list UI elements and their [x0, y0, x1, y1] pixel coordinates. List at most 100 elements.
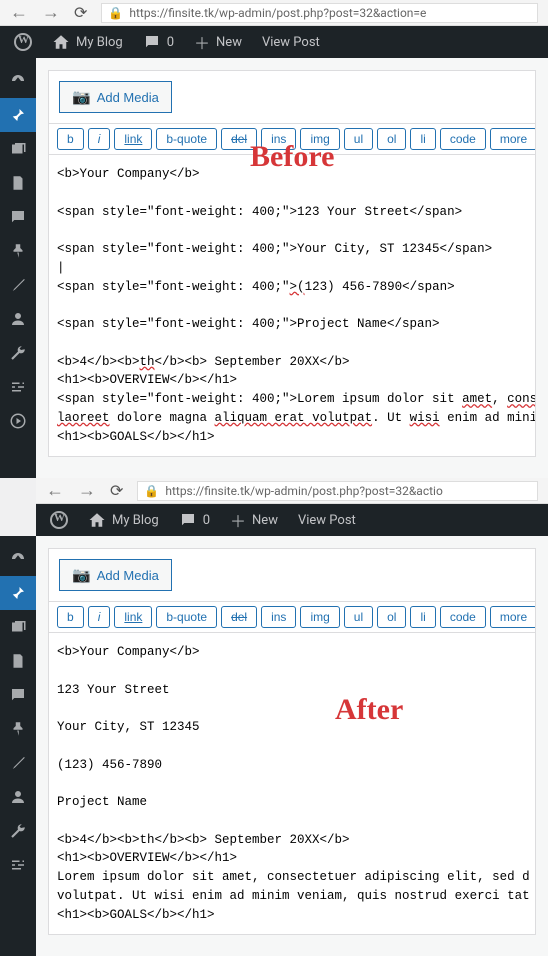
- user-icon: [9, 788, 27, 806]
- after-label: After: [335, 693, 403, 727]
- media-icon: [9, 618, 27, 636]
- wp-logo[interactable]: [44, 511, 74, 529]
- url-bar[interactable]: 🔒 https://finsite.tk/wp-admin/post.php?p…: [101, 3, 538, 23]
- url-text: https://finsite.tk/wp-admin/post.php?pos…: [165, 484, 442, 498]
- sidebar-portfolio[interactable]: [0, 712, 36, 746]
- sidebar-media[interactable]: [0, 132, 36, 166]
- new-link[interactable]: ＋ New: [188, 30, 248, 54]
- site-name: My Blog: [112, 513, 159, 528]
- comment-count: 0: [167, 35, 174, 50]
- view-post-link[interactable]: View Post: [292, 513, 362, 528]
- plus-icon: ＋: [194, 30, 210, 54]
- sidebar-users[interactable]: [0, 780, 36, 814]
- page-icon: [9, 652, 27, 670]
- li-button[interactable]: li: [410, 606, 435, 628]
- home-icon: [88, 511, 106, 529]
- ul-button[interactable]: ul: [344, 128, 373, 150]
- del-button[interactable]: del: [221, 606, 257, 628]
- pushpin-icon: [9, 242, 27, 260]
- sidebar-media[interactable]: [0, 610, 36, 644]
- bquote-button[interactable]: b-quote: [156, 128, 217, 150]
- add-media-label: Add Media: [97, 90, 159, 105]
- sidebar-portfolio[interactable]: [0, 234, 36, 268]
- admin-bar: My Blog 0 ＋ New View Post: [0, 26, 548, 58]
- code-button[interactable]: code: [440, 606, 486, 628]
- media-icon: [9, 140, 27, 158]
- play-icon: [9, 412, 27, 430]
- more-button[interactable]: more: [490, 606, 535, 628]
- text-editor[interactable]: <b>Your Company</b> <span style="font-we…: [49, 155, 535, 456]
- site-name: My Blog: [76, 35, 123, 50]
- i-button[interactable]: i: [88, 128, 111, 150]
- pin-icon: [9, 584, 27, 602]
- lock-icon: 🔒: [144, 484, 159, 498]
- sidebar-posts[interactable]: [0, 98, 36, 132]
- bquote-button[interactable]: b-quote: [156, 606, 217, 628]
- url-bar[interactable]: 🔒 https://finsite.tk/wp-admin/post.php?p…: [137, 481, 538, 501]
- browser-toolbar: ← → ⟳ 🔒 https://finsite.tk/wp-admin/post…: [0, 0, 548, 26]
- sidebar-settings[interactable]: [0, 370, 36, 404]
- back-icon[interactable]: ←: [46, 480, 64, 501]
- before-label: Before: [250, 140, 334, 174]
- ol-button[interactable]: ol: [377, 606, 406, 628]
- more-button[interactable]: more: [490, 128, 535, 150]
- forward-icon[interactable]: →: [78, 480, 96, 501]
- li-button[interactable]: li: [410, 128, 435, 150]
- url-text: https://finsite.tk/wp-admin/post.php?pos…: [129, 6, 426, 20]
- wp-logo[interactable]: [8, 33, 38, 51]
- wrench-icon: [9, 344, 27, 362]
- img-button[interactable]: img: [300, 606, 339, 628]
- sidebar-comments[interactable]: [0, 200, 36, 234]
- sidebar-appearance[interactable]: [0, 268, 36, 302]
- sidebar-settings[interactable]: [0, 848, 36, 882]
- sliders-icon: [9, 378, 27, 396]
- sidebar-users[interactable]: [0, 302, 36, 336]
- comments-link[interactable]: 0: [137, 33, 180, 51]
- sidebar-dashboard[interactable]: [0, 542, 36, 576]
- chat-icon: [9, 686, 27, 704]
- ol-button[interactable]: ol: [377, 128, 406, 150]
- site-link[interactable]: My Blog: [82, 511, 165, 529]
- add-media-button[interactable]: 📷 Add Media: [59, 559, 172, 591]
- b-button[interactable]: b: [57, 128, 84, 150]
- link-button[interactable]: link: [114, 128, 152, 150]
- forward-icon[interactable]: →: [42, 2, 60, 23]
- new-label: New: [252, 513, 278, 528]
- b-button[interactable]: b: [57, 606, 84, 628]
- admin-sidebar: [0, 58, 36, 478]
- link-button[interactable]: link: [114, 606, 152, 628]
- view-post-link[interactable]: View Post: [256, 35, 326, 50]
- comments-link[interactable]: 0: [173, 511, 216, 529]
- sidebar-pages[interactable]: [0, 166, 36, 200]
- sidebar-comments[interactable]: [0, 678, 36, 712]
- browser-toolbar-after: ← → ⟳ 🔒 https://finsite.tk/wp-admin/post…: [36, 478, 548, 504]
- sidebar-pages[interactable]: [0, 644, 36, 678]
- reload-icon[interactable]: ⟳: [110, 481, 123, 500]
- gauge-icon: [9, 550, 27, 568]
- site-link[interactable]: My Blog: [46, 33, 129, 51]
- text-editor-after[interactable]: <b>Your Company</b> 123 Your Street Your…: [49, 633, 535, 934]
- reload-icon[interactable]: ⟳: [74, 3, 87, 22]
- new-link[interactable]: ＋ New: [224, 508, 284, 532]
- sidebar-collapse[interactable]: [0, 404, 36, 438]
- pin-icon: [9, 106, 27, 124]
- back-icon[interactable]: ←: [10, 2, 28, 23]
- sidebar-appearance[interactable]: [0, 746, 36, 780]
- code-button[interactable]: code: [440, 128, 486, 150]
- ins-button[interactable]: ins: [261, 606, 296, 628]
- sidebar-tools[interactable]: [0, 814, 36, 848]
- comment-count: 0: [203, 513, 210, 528]
- sidebar-dashboard[interactable]: [0, 64, 36, 98]
- wrench-icon: [9, 822, 27, 840]
- add-media-button[interactable]: 📷 Add Media: [59, 81, 172, 113]
- admin-sidebar-after: [0, 536, 36, 956]
- brush-icon: [9, 754, 27, 772]
- sidebar-tools[interactable]: [0, 336, 36, 370]
- editor-content: 📷 Add Media b i link b-quote del ins img…: [36, 58, 548, 478]
- i-button[interactable]: i: [88, 606, 111, 628]
- sidebar-posts[interactable]: [0, 576, 36, 610]
- ul-button[interactable]: ul: [344, 606, 373, 628]
- camera-icon: 📷: [72, 566, 91, 584]
- chat-icon: [9, 208, 27, 226]
- comment-icon: [143, 33, 161, 51]
